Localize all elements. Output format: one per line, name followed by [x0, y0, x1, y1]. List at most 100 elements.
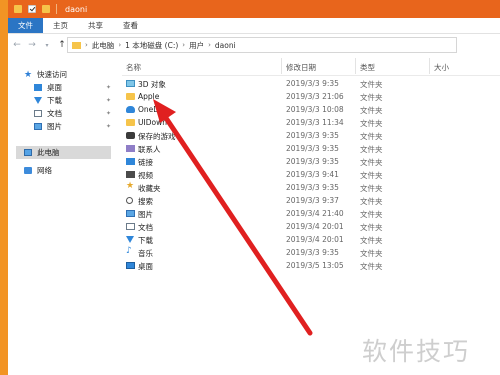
- tab-file[interactable]: 文件: [8, 18, 43, 33]
- chevron-right-icon[interactable]: ›: [85, 41, 88, 49]
- sidebar-item-network[interactable]: 网络: [16, 164, 111, 177]
- sidebar-item-documents[interactable]: 文档 ✦: [16, 107, 111, 120]
- pin-icon[interactable]: ✦: [106, 84, 111, 91]
- file-name: UIDowne: [138, 118, 172, 127]
- favorites-icon: ★: [126, 181, 135, 191]
- file-date: 2019/3/3 9:35: [286, 79, 339, 88]
- chevron-right-icon[interactable]: ›: [118, 41, 121, 49]
- sidebar-item-downloads[interactable]: 下载 ✦: [16, 94, 111, 107]
- file-name: 链接: [138, 158, 153, 167]
- file-type: 文件夹: [360, 171, 383, 180]
- file-list: 名称 修改日期 类型 大小 3D 对象 2019/3/3 9:35 文件夹 Ap…: [122, 56, 500, 375]
- file-row-links[interactable]: 链接 2019/3/3 9:35 文件夹: [122, 156, 500, 167]
- star-icon: ★: [24, 69, 33, 80]
- sidebar-item-label: 文档: [47, 109, 62, 118]
- file-row-music[interactable]: ♪ 音乐 2019/3/3 9:35 文件夹: [122, 246, 500, 258]
- breadcrumb-daoni[interactable]: daoni: [215, 41, 236, 50]
- tab-view[interactable]: 查看: [113, 18, 148, 33]
- file-type: 文件夹: [360, 210, 383, 219]
- file-date: 2019/3/3 21:06: [286, 92, 344, 101]
- file-row-onedrive[interactable]: OneDr 2019/3/3 10:08 文件夹: [122, 104, 500, 115]
- file-type: 文件夹: [360, 158, 383, 167]
- new-folder-icon[interactable]: [42, 5, 50, 13]
- file-row-videos[interactable]: 视频 2019/3/3 9:41 文件夹: [122, 169, 500, 180]
- file-row-documents[interactable]: 文档 2019/3/4 20:01 文件夹: [122, 221, 500, 232]
- navigation-pane: ★ 快速访问 桌面 ✦ 下载 ✦ 文档 ✦ 图片 ✦ 此电脑 网络: [16, 62, 111, 362]
- column-divider[interactable]: [281, 58, 282, 74]
- file-type: 文件夹: [360, 119, 383, 128]
- file-name: 3D 对象: [138, 80, 166, 89]
- music-icon: ♪: [126, 246, 132, 256]
- file-date: 2019/3/3 9:35: [286, 248, 339, 257]
- sidebar-item-label: 下载: [47, 96, 62, 105]
- file-row-downloads[interactable]: 下载 2019/3/4 20:01 文件夹: [122, 234, 500, 245]
- chevron-right-icon[interactable]: ›: [208, 41, 211, 49]
- sidebar-item-label: 桌面: [47, 83, 62, 92]
- tab-home[interactable]: 主页: [43, 18, 78, 33]
- sidebar-item-pictures[interactable]: 图片 ✦: [16, 120, 111, 133]
- file-row-3d-objects[interactable]: 3D 对象 2019/3/3 9:35 文件夹: [122, 78, 500, 89]
- column-header-type[interactable]: 类型: [360, 62, 375, 73]
- breadcrumb-this-pc[interactable]: 此电脑: [92, 40, 115, 51]
- column-divider[interactable]: [355, 58, 356, 74]
- file-name: 搜索: [138, 197, 153, 206]
- recent-dropdown-icon[interactable]: ▾: [41, 42, 53, 49]
- tab-share[interactable]: 共享: [78, 18, 113, 33]
- file-row-apple[interactable]: Apple 2019/3/3 21:06 文件夹: [122, 91, 500, 102]
- file-date: 2019/3/3 9:35: [286, 183, 339, 192]
- column-header-size[interactable]: 大小: [434, 62, 449, 73]
- pin-icon[interactable]: ✦: [106, 97, 111, 104]
- sidebar-item-this-pc[interactable]: 此电脑: [16, 146, 111, 159]
- properties-icon[interactable]: [28, 5, 36, 13]
- file-type: 文件夹: [360, 236, 383, 245]
- file-date: 2019/3/3 9:35: [286, 131, 339, 140]
- pin-icon[interactable]: ✦: [106, 110, 111, 117]
- pin-icon[interactable]: ✦: [106, 123, 111, 130]
- breadcrumb-users[interactable]: 用户: [189, 40, 204, 51]
- sidebar-item-label: 快速访问: [37, 70, 67, 79]
- file-name: 文档: [138, 223, 153, 232]
- chevron-right-icon[interactable]: ›: [182, 41, 185, 49]
- back-arrow-icon[interactable]: ←: [11, 40, 23, 50]
- watermark-text: 软件技巧: [362, 337, 471, 366]
- file-type: 文件夹: [360, 145, 383, 154]
- file-name: 保存的游戏: [138, 132, 176, 141]
- file-date: 2019/3/4 20:01: [286, 222, 344, 231]
- file-name: Apple: [138, 92, 160, 101]
- column-header-name[interactable]: 名称: [126, 62, 141, 73]
- file-row-contacts[interactable]: 联系人 2019/3/3 9:35 文件夹: [122, 143, 500, 154]
- file-type: 文件夹: [360, 80, 383, 89]
- file-name: 图片: [138, 210, 153, 219]
- links-icon: [126, 158, 135, 165]
- folder-icon: [126, 119, 135, 126]
- file-name: 桌面: [138, 262, 153, 271]
- breadcrumb-local-disk[interactable]: 1 本地磁盘 (C:): [125, 40, 178, 51]
- documents-icon: [126, 223, 135, 230]
- pictures-icon: [126, 210, 135, 217]
- file-date: 2019/3/3 9:35: [286, 157, 339, 166]
- forward-arrow-icon[interactable]: →: [26, 40, 38, 50]
- title-separator: [56, 4, 57, 14]
- file-row-uidownloads[interactable]: UIDowne 2019/3/3 11:34 文件夹: [122, 117, 500, 128]
- file-name: 音乐: [138, 249, 153, 258]
- column-divider[interactable]: [429, 58, 430, 74]
- file-row-desktop[interactable]: 桌面 2019/3/5 13:05 文件夹: [122, 260, 500, 271]
- sidebar-item-quick-access[interactable]: ★ 快速访问: [16, 68, 111, 81]
- file-row-pictures[interactable]: 图片 2019/3/4 21:40 文件夹: [122, 208, 500, 219]
- file-type: 文件夹: [360, 106, 383, 115]
- file-date: 2019/3/3 9:37: [286, 196, 339, 205]
- ribbon-tabs: 文件 主页 共享 查看: [8, 18, 500, 34]
- column-header-date[interactable]: 修改日期: [286, 62, 316, 73]
- 3d-objects-icon: [126, 80, 135, 87]
- file-name: 联系人: [138, 145, 161, 154]
- sidebar-item-desktop[interactable]: 桌面 ✦: [16, 81, 111, 94]
- sidebar-item-label: 网络: [37, 166, 52, 175]
- downloads-icon: [126, 236, 134, 243]
- file-row-favorites[interactable]: ★ 收藏夹 2019/3/3 9:35 文件夹: [122, 181, 500, 193]
- file-row-searches[interactable]: 搜索 2019/3/3 9:37 文件夹: [122, 195, 500, 206]
- download-icon: [34, 97, 42, 104]
- file-date: 2019/3/3 11:34: [286, 118, 344, 127]
- address-bar[interactable]: › 此电脑 › 1 本地磁盘 (C:) › 用户 › daoni: [67, 37, 457, 53]
- file-row-saved-games[interactable]: 保存的游戏 2019/3/3 9:35 文件夹: [122, 130, 500, 141]
- file-type: 文件夹: [360, 223, 383, 232]
